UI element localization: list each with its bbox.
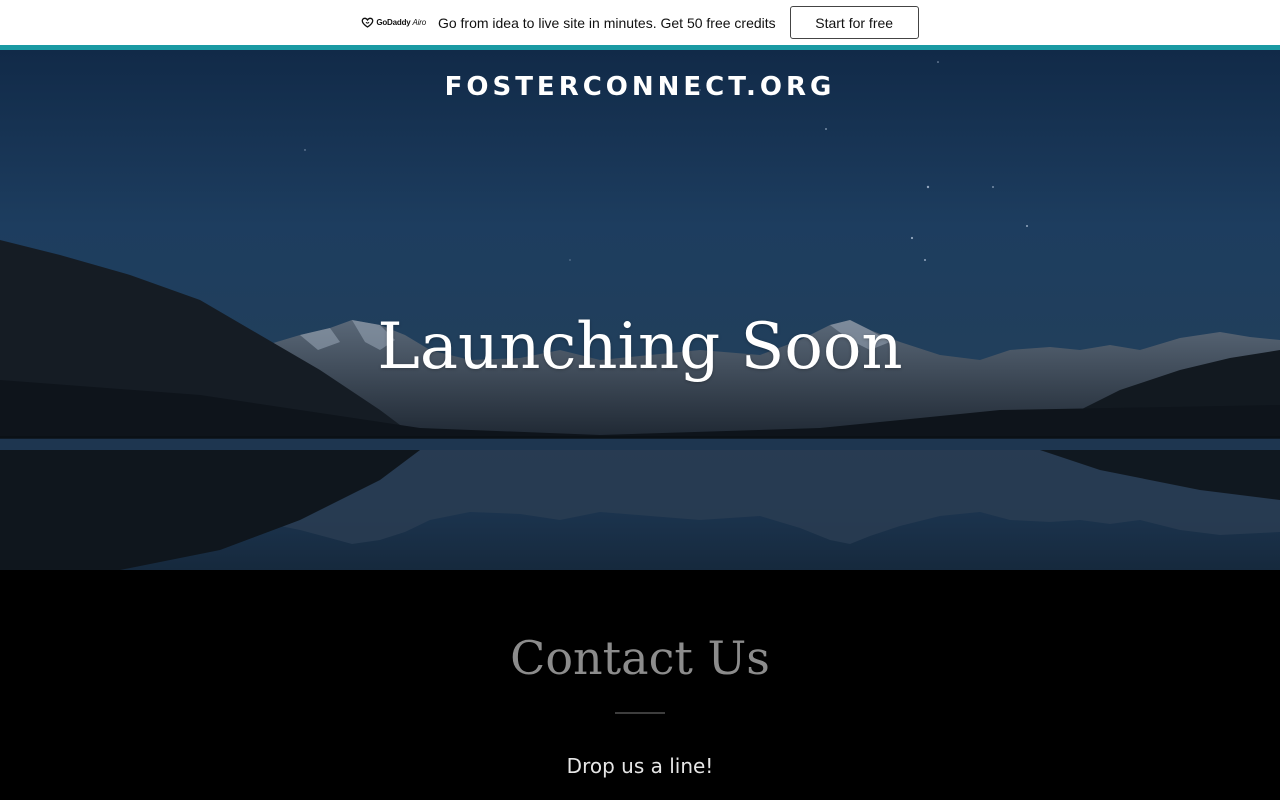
contact-heading: Contact Us [510,631,770,685]
contact-section: Contact Us Drop us a line! [0,570,1280,800]
godaddy-airo-logo[interactable]: GoDaddy Airo [361,16,426,30]
accent-divider-line [0,45,1280,50]
hero-heading: Launching Soon [377,310,903,384]
logo-brand-text: GoDaddy [376,18,411,27]
logo-product-text: Airo [412,18,427,27]
promo-message: Go from idea to live site in minutes. Ge… [437,14,776,31]
site-title[interactable]: FOSTERCONNECT.ORG [0,72,1280,102]
promo-bar: GoDaddy Airo Go from idea to live site in… [0,0,1280,45]
godaddy-logo-icon [362,17,374,28]
hero-section: FOSTERCONNECT.ORG Launching Soon [0,50,1280,570]
section-divider [615,712,665,714]
start-for-free-button[interactable]: Start for free [789,6,919,39]
contact-subtext: Drop us a line! [566,754,714,778]
